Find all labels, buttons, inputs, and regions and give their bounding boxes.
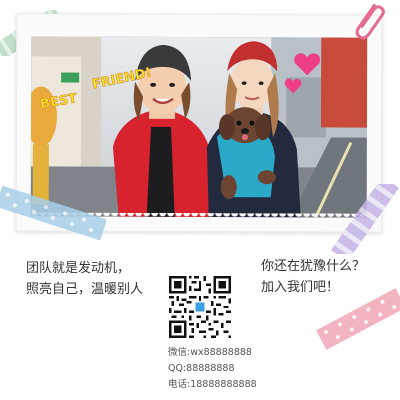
slogan-line-1: 团队就是发动机， xyxy=(26,261,131,276)
contact-info: 微信:wx88888888 QQ:88888888 电话:18888888888 xyxy=(168,345,257,393)
poster: BEST FRIEND! 团队就是发动机， 照亮自己，温暖别人 你还在犹豫什么？… xyxy=(0,0,400,400)
ask-line-1: 你还在犹豫什么？ xyxy=(261,259,366,274)
team-slogan: 团队就是发动机， 照亮自己，温暖别人 xyxy=(26,258,186,300)
qr-code[interactable] xyxy=(169,276,231,338)
washi-tape-purple xyxy=(330,184,400,254)
ask-line-2: 加入我们吧！ xyxy=(261,280,340,295)
slogan-line-2: 照亮自己，温暖别人 xyxy=(26,282,144,297)
wechat-contact: 微信:wx88888888 xyxy=(168,347,252,358)
paperclip-icon xyxy=(355,3,385,40)
qq-contact: QQ:88888888 xyxy=(168,363,235,374)
washi-tape-blue xyxy=(0,185,106,241)
join-prompt: 你还在犹豫什么？ 加入我们吧！ xyxy=(261,256,365,298)
phone-contact: 电话:18888888888 xyxy=(168,379,257,390)
